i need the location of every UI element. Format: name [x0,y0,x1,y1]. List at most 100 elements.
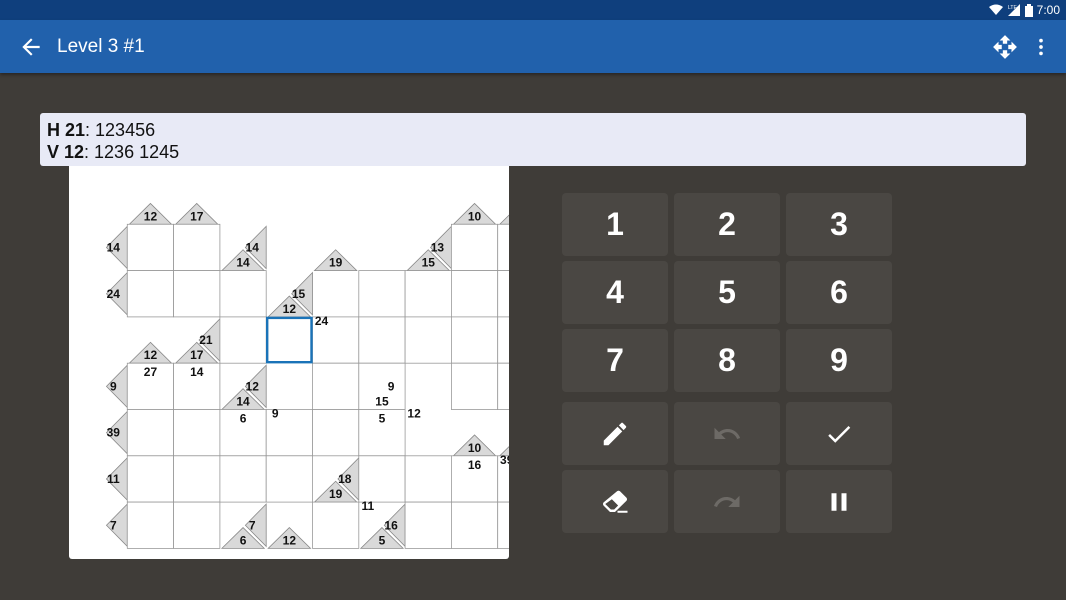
key-2[interactable]: 2 [674,193,780,256]
clue-bottom-18: 16 [468,458,482,472]
clue-vertical-0: 12 [144,209,158,223]
grid-cell[interactable] [497,270,509,318]
key-8[interactable]: 8 [674,329,780,392]
grid-cell[interactable] [450,223,499,271]
grid-cell[interactable] [126,455,174,503]
clue-left-16: 12 [407,407,421,421]
hint-line-vertical: V 12: 1236 1245 [47,142,180,162]
clue-vertical-25: 5 [379,533,386,547]
move-icon[interactable] [992,34,1018,60]
clue-vertical-10: 12 [144,348,158,362]
key-1[interactable]: 1 [562,193,668,256]
key-6[interactable]: 6 [786,261,892,324]
clue-horizontal-5: 14 [246,240,260,254]
erase-button[interactable] [562,470,668,533]
grid-cell[interactable] [404,501,452,549]
clue-horizontal-22: 7 [110,518,117,532]
grid-cell[interactable] [358,455,406,503]
grid-cell[interactable] [173,223,221,271]
key-3[interactable]: 3 [786,193,892,256]
undo-button[interactable] [674,402,780,465]
status-icons: LTE 7:00 [988,3,1060,17]
grid-cell[interactable] [312,362,360,410]
grid-cell[interactable] [126,270,174,318]
grid-cell[interactable] [219,455,267,503]
redo-icon [714,495,740,507]
clue-v-3 [498,214,509,225]
pause-button[interactable] [786,470,892,533]
clue-horizontal-21: 18 [338,472,352,486]
clue-vertical-5: 14 [236,256,250,270]
grid-cell[interactable] [404,455,452,503]
status-time: 7:00 [1036,3,1060,17]
grid-cell[interactable] [450,501,499,549]
pause-icon [831,492,847,511]
battery-icon [1024,3,1033,17]
clue-horizontal-11: 21 [199,333,213,347]
check-icon [828,425,851,443]
wifi-icon [988,4,1003,15]
grid-cell[interactable] [358,270,406,318]
grid-cell[interactable] [450,270,499,318]
status-bar: LTE 7:00 [0,0,1066,20]
grid-cell[interactable] [173,455,221,503]
grid-cell[interactable] [126,409,174,457]
clue-vertical-11: 17 [190,348,204,362]
clue-horizontal-16: 9 [388,379,395,393]
clue-horizontal-15: 12 [246,379,260,393]
hint-panel: H 21: 123456 V 12: 1236 1245 [40,113,1026,166]
grid-cell[interactable] [173,409,221,457]
grid-cell[interactable] [219,270,267,318]
grid-cell[interactable] [126,223,174,271]
signal-icon: LTE [1007,4,1020,16]
clue-vertical-24: 12 [283,533,297,547]
back-arrow-icon[interactable] [18,34,44,60]
grid-cell[interactable] [312,501,360,549]
grid-cell[interactable] [126,501,174,549]
grid-cell[interactable] [265,455,313,503]
clue-horizontal-25: 16 [384,518,398,532]
clue-left-21: 11 [361,499,374,513]
key-4[interactable]: 4 [562,261,668,324]
hint-line-horizontal: H 21: 123456 [47,120,156,140]
grid-cell[interactable] [497,362,509,410]
grid-cell[interactable] [404,270,452,318]
network-type: LTE [1008,5,1017,11]
redo-button[interactable] [674,470,780,533]
puzzle-board: 1217102414141419151324121524121721927141… [69,166,509,559]
selection-outline [265,316,313,364]
clue-horizontal-7: 13 [431,240,445,254]
key-7[interactable]: 7 [562,329,668,392]
undo-icon [714,427,741,439]
clue-horizontal-20: 11 [107,472,120,486]
pencil-icon [603,422,627,445]
clue-horizontal-4: 14 [107,240,121,254]
clue-horizontal-12: 9 [110,379,117,393]
clue-horizontal-17: 39 [107,426,121,440]
clue-bottom-14: 14 [190,365,204,379]
clue-bottom-16: 5 [379,412,386,426]
grid-cell[interactable] [497,223,509,271]
grid-cell[interactable] [450,362,499,410]
pencil-button[interactable] [562,402,668,465]
grid-cell[interactable] [404,316,452,364]
grid-cell[interactable] [312,409,360,457]
clue-vertical-16: 15 [375,395,389,409]
clue-vertical-1: 17 [190,209,204,223]
app-bar: Level 3 #1 [0,20,1066,73]
clue-vertical-2: 10 [468,209,482,223]
grid-cell[interactable] [450,316,499,364]
grid-cell[interactable] [358,316,406,364]
clue-vertical-7: 15 [422,256,436,270]
grid-cell[interactable] [497,316,509,364]
clue-vertical-23: 6 [240,533,247,547]
more-vert-icon[interactable] [1030,34,1052,60]
grid-cell[interactable] [497,501,509,549]
grid-cell[interactable] [173,270,221,318]
check-button[interactable] [786,402,892,465]
clue-horizontal-9: 15 [292,287,306,301]
key-9[interactable]: 9 [786,329,892,392]
grid-cell[interactable] [219,316,267,364]
grid-cell[interactable] [173,501,221,549]
key-5[interactable]: 5 [674,261,780,324]
